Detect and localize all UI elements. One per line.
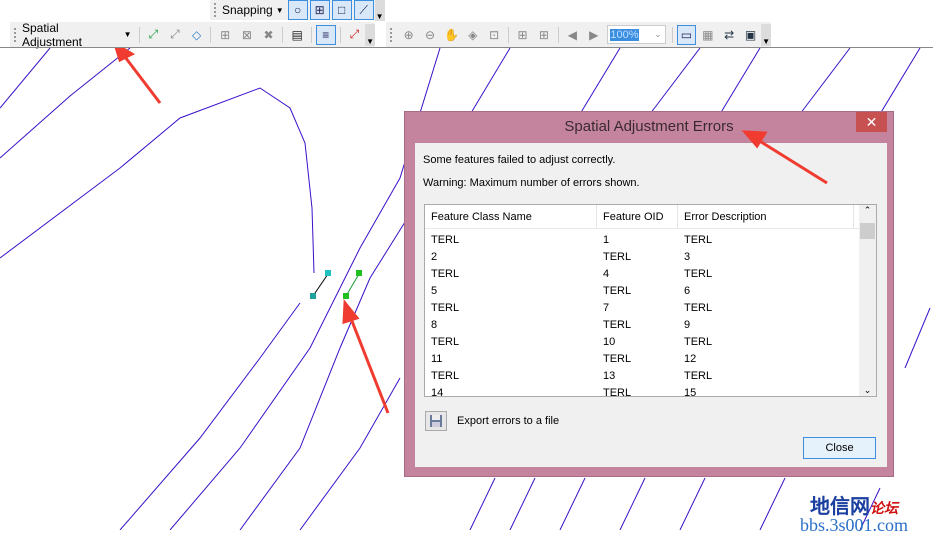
watermark-accent: 论坛 <box>870 500 898 516</box>
annotation-arrow <box>757 138 828 185</box>
annotation-overlay <box>741 130 828 185</box>
watermark: 地信网论坛 bbs.3s001.com <box>800 490 908 536</box>
watermark-url: bbs.3s001.com <box>800 515 908 535</box>
